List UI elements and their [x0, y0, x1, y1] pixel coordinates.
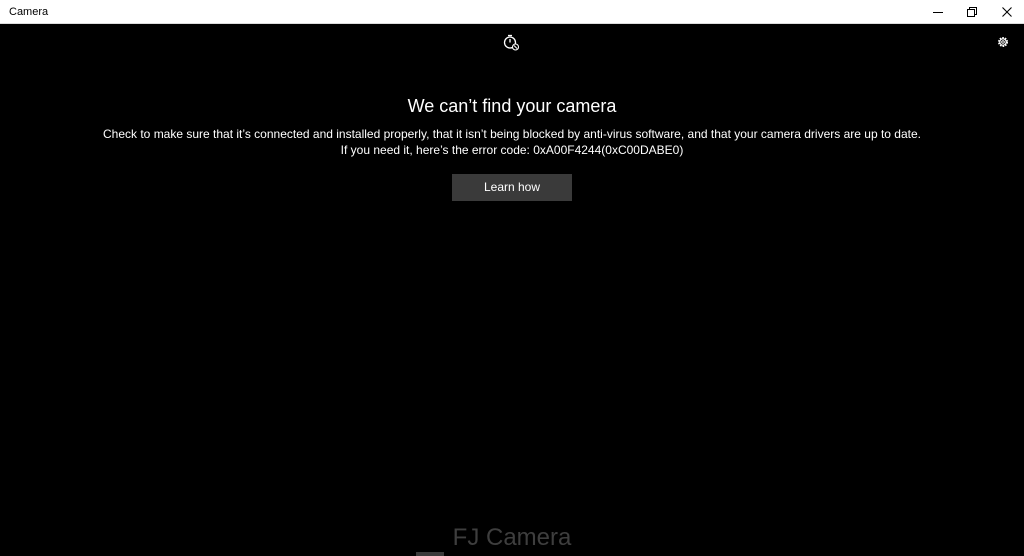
- error-message: Check to make sure that it’s connected a…: [0, 126, 1024, 158]
- title-bar: Camera: [0, 0, 1024, 24]
- minimize-button[interactable]: [921, 0, 955, 24]
- restore-icon: [967, 7, 977, 17]
- watermark-text: FJ Camera: [452, 524, 572, 551]
- gear-icon: [998, 37, 1008, 47]
- bottom-indicator: [416, 552, 444, 556]
- camera-app-window: Camera We can’t find your camera Check t…: [0, 0, 1024, 556]
- restore-button[interactable]: [955, 0, 989, 24]
- timer-icon: [503, 34, 520, 51]
- error-title: We can’t find your camera: [407, 96, 617, 116]
- settings-button[interactable]: [992, 31, 1014, 53]
- learn-how-button[interactable]: Learn how: [452, 174, 572, 201]
- error-message-line-1: Check to make sure that it’s connected a…: [103, 127, 921, 141]
- minimize-icon: [933, 12, 943, 13]
- close-button[interactable]: [990, 0, 1024, 24]
- app-title: Camera: [9, 6, 49, 18]
- photo-timer-button[interactable]: [499, 31, 523, 53]
- error-code-line: If you need it, here’s the error code: 0…: [340, 143, 684, 157]
- close-icon: [1002, 7, 1012, 17]
